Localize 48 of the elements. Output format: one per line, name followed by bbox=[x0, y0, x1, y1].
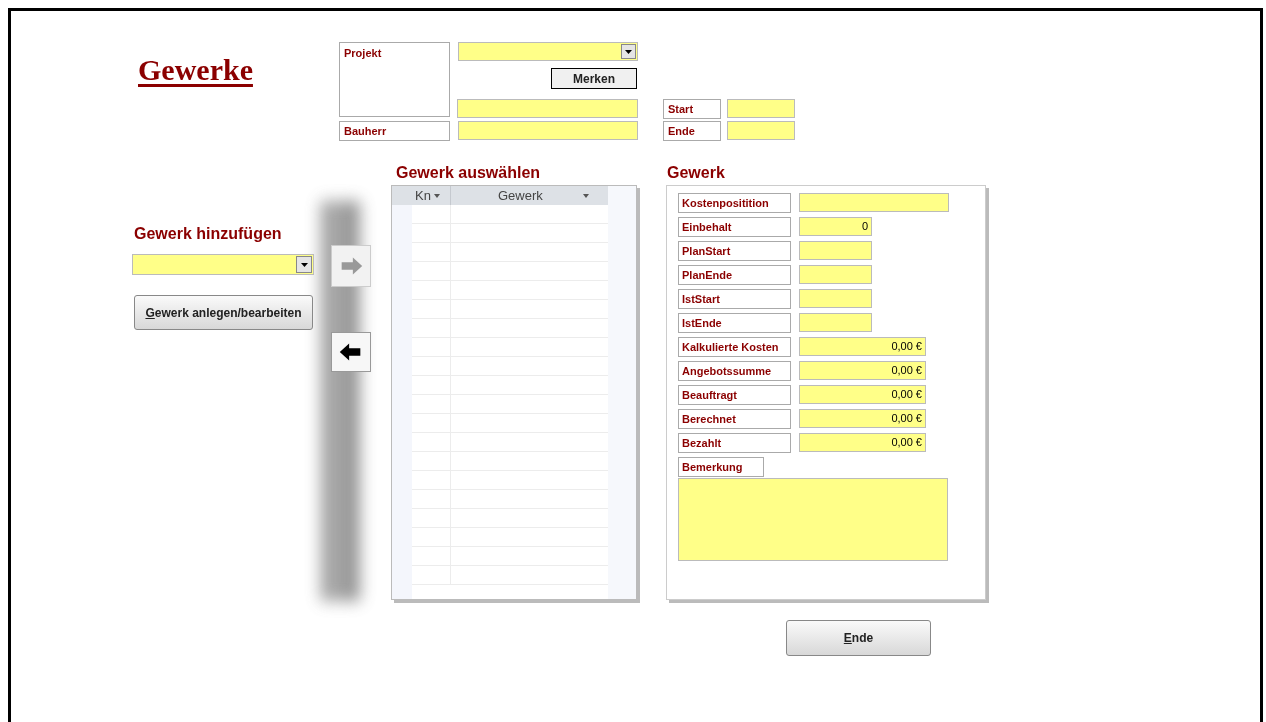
ende-button[interactable]: Ende bbox=[786, 620, 931, 656]
value-field[interactable]: 0 bbox=[799, 217, 872, 236]
value-field[interactable] bbox=[799, 241, 872, 260]
dropdown-icon[interactable] bbox=[621, 44, 636, 59]
value-field[interactable]: 0,00 € bbox=[799, 385, 926, 404]
remark-field[interactable] bbox=[678, 478, 948, 561]
field-label: IstStart bbox=[678, 289, 791, 309]
table-row[interactable] bbox=[412, 205, 608, 224]
field-label: Kostenpositition bbox=[678, 193, 791, 213]
field-label: Kalkulierte Kosten bbox=[678, 337, 791, 357]
section-heading: Gewerk auswählen bbox=[396, 163, 542, 183]
project-label: Projekt bbox=[339, 42, 450, 117]
remark-label: Bemerkung bbox=[678, 457, 764, 477]
value-field[interactable] bbox=[799, 289, 872, 308]
trade-list[interactable]: Kn Gewerk bbox=[391, 185, 637, 600]
field-label: IstEnde bbox=[678, 313, 791, 333]
sort-caret-icon[interactable] bbox=[433, 193, 440, 198]
ende-field[interactable] bbox=[727, 121, 795, 140]
merken-button[interactable]: Merken bbox=[551, 68, 637, 89]
start-field[interactable] bbox=[727, 99, 795, 118]
value-field[interactable] bbox=[799, 313, 872, 332]
value-field[interactable]: 0,00 € bbox=[799, 433, 926, 452]
edit-trade-button[interactable]: Gewerk anlegen/bearbeiten bbox=[134, 295, 313, 330]
value-field[interactable]: 0,00 € bbox=[799, 409, 926, 428]
column-header[interactable]: Gewerk bbox=[451, 186, 608, 205]
text-field[interactable] bbox=[457, 99, 638, 118]
sort-caret-icon[interactable] bbox=[582, 193, 589, 198]
field-label: PlanStart bbox=[678, 241, 791, 261]
value-field[interactable] bbox=[799, 193, 949, 212]
ende-label: Ende bbox=[663, 121, 721, 141]
section-heading: Gewerk hinzufügen bbox=[134, 224, 283, 244]
value-field[interactable]: 0,00 € bbox=[799, 337, 926, 356]
move-left-button[interactable] bbox=[331, 332, 371, 372]
field-label: Beauftragt bbox=[678, 385, 791, 405]
form-title: Gewerke bbox=[138, 53, 253, 86]
column-header[interactable]: Kn bbox=[412, 186, 451, 205]
field-label: Angebotssumme bbox=[678, 361, 791, 381]
start-label: Start bbox=[663, 99, 721, 119]
field-label: Einbehalt bbox=[678, 217, 791, 237]
field-label: Bezahlt bbox=[678, 433, 791, 453]
value-field[interactable] bbox=[799, 265, 872, 284]
dropdown-icon[interactable] bbox=[296, 256, 312, 273]
section-heading: Gewerk bbox=[667, 163, 726, 183]
value-field[interactable]: 0,00 € bbox=[799, 361, 926, 380]
field-label: Berechnet bbox=[678, 409, 791, 429]
bauherr-label: Bauherr bbox=[339, 121, 450, 141]
bauherr-field[interactable] bbox=[458, 121, 638, 140]
field-label: PlanEnde bbox=[678, 265, 791, 285]
